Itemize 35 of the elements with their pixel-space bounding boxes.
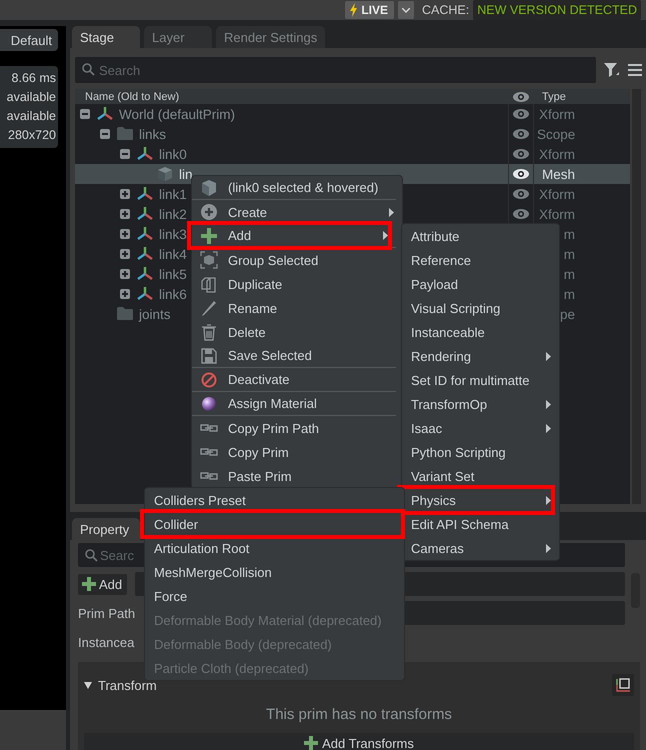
- cache-label: CACHE:: [422, 3, 470, 17]
- column-header: Type: [541, 90, 566, 102]
- item-name: joints: [139, 306, 171, 322]
- section-title: Transform: [98, 678, 157, 692]
- item-name: link5: [159, 266, 187, 282]
- type-text: Xform: [538, 106, 575, 122]
- type-text: Xform: [538, 206, 575, 222]
- stat-text: available: [6, 89, 57, 106]
- item-name: links: [139, 126, 166, 142]
- item-name: link3: [159, 226, 187, 242]
- menu-header: (link0 selected & hovered): [192, 176, 396, 200]
- field-label: Prim Path: [78, 606, 136, 620]
- type-text: Xform: [538, 186, 575, 202]
- cache-status: NEW VERSION DETECTED: [473, 0, 641, 20]
- type-text: m: [562, 246, 575, 262]
- column-header: Name (Old to New): [84, 90, 180, 102]
- item-name: link4: [159, 246, 187, 262]
- type-text: pe: [558, 306, 575, 322]
- type-text: m: [562, 286, 575, 302]
- type-text: m: [562, 266, 575, 282]
- item-name: link6: [159, 286, 187, 302]
- stat-text: 280x720: [8, 127, 57, 144]
- item-name: lin: [179, 166, 193, 182]
- item-name: link0: [159, 146, 187, 162]
- item-name: link1: [159, 186, 187, 202]
- empty-message: This prim has no transforms: [265, 706, 453, 723]
- stat-text: available: [6, 108, 57, 125]
- item-name: World (defaultPrim): [119, 106, 236, 122]
- type-text: Xform: [538, 146, 575, 162]
- stat-text: 8.66 ms: [12, 70, 57, 87]
- type-text: m: [562, 226, 575, 242]
- field-label: Instancea: [78, 634, 136, 650]
- type-text: Mesh: [540, 166, 575, 182]
- type-text: Scope: [537, 126, 575, 142]
- item-name: link2: [159, 206, 187, 222]
